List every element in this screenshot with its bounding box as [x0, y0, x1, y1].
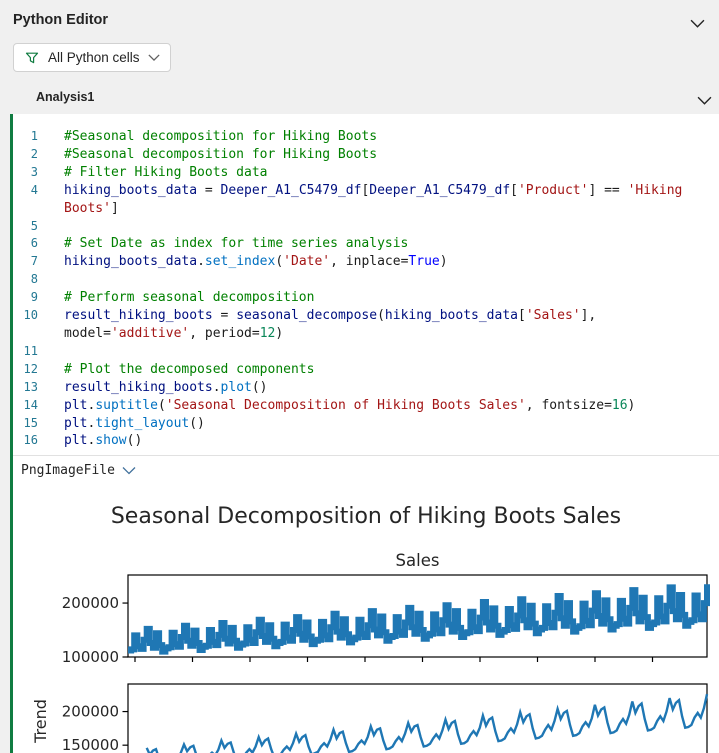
subplot-title: Sales — [396, 551, 440, 570]
code-line: 16 plt.show() — [13, 432, 719, 450]
figure-suptitle: Seasonal Decomposition of Hiking Boots S… — [111, 504, 621, 529]
code-line: 13 result_hiking_boots.plot() — [13, 379, 719, 397]
code-line: 15 plt.tight_layout() — [13, 415, 719, 433]
page-title: Python Editor — [13, 12, 108, 28]
code-line: 5 — [13, 218, 719, 236]
python-cell: 1 #Seasonal decomposition for Hiking Boot… — [10, 114, 719, 753]
output-chevron-down-icon — [122, 466, 136, 475]
line-number: 15 — [13, 415, 38, 433]
line-number: 10 — [13, 307, 38, 343]
output-type-dropdown[interactable]: PngImageFile — [21, 460, 136, 480]
filter-button-label: All Python cells — [48, 50, 140, 65]
code-text: # Perform seasonal decomposition — [64, 289, 719, 307]
line-number: 11 — [13, 343, 38, 361]
code-text: # Plot the decomposed components — [64, 361, 719, 379]
line-number: 5 — [13, 218, 38, 236]
code-line: 14 plt.suptitle('Seasonal Decomposition o… — [13, 397, 719, 415]
code-text: plt.suptitle('Seasonal Decomposition of … — [64, 397, 719, 415]
code-text: result_hiking_boots.plot() — [64, 379, 719, 397]
line-number: 6 — [13, 235, 38, 253]
code-text: #Seasonal decomposition for Hiking Boots — [64, 128, 719, 146]
line-number: 12 — [13, 361, 38, 379]
line-number: 3 — [13, 164, 38, 182]
y-axis-label: Trend — [31, 699, 50, 744]
output-figure: Seasonal Decomposition of Hiking Boots S… — [13, 480, 719, 753]
code-line: 3 # Filter Hiking Boots data — [13, 164, 719, 182]
line-number: 1 — [13, 128, 38, 146]
code-text — [64, 343, 719, 361]
cell-collapse-chevron-icon[interactable] — [697, 92, 712, 110]
line-number: 9 — [13, 289, 38, 307]
filter-funnel-icon — [24, 50, 40, 66]
line-number: 16 — [13, 432, 38, 450]
line-number: 8 — [13, 271, 38, 289]
line-number: 7 — [13, 253, 38, 271]
code-output-divider — [13, 455, 719, 456]
code-text: # Filter Hiking Boots data — [64, 164, 719, 182]
code-text: #Seasonal decomposition for Hiking Boots — [64, 146, 719, 164]
code-text: plt.show() — [64, 432, 719, 450]
code-text: # Set Date as index for time series anal… — [64, 235, 719, 253]
code-text: hiking_boots_data.set_index('Date', inpl… — [64, 253, 719, 271]
decomposition-chart: Seasonal Decomposition of Hiking Boots S… — [13, 480, 719, 753]
line-number: 13 — [13, 379, 38, 397]
code-text: plt.tight_layout() — [64, 415, 719, 433]
output-type-label: PngImageFile — [21, 463, 115, 478]
code-text — [64, 218, 719, 236]
code-text: hiking_boots_data = Deeper_A1_C5479_df[D… — [64, 182, 719, 218]
observed-series-line — [128, 584, 707, 651]
panel-collapse-chevron-icon[interactable] — [690, 15, 705, 33]
code-line: 11 — [13, 343, 719, 361]
line-number: 2 — [13, 146, 38, 164]
y-tick-label: 150000 — [62, 736, 119, 753]
code-text — [64, 271, 719, 289]
axes-frame — [128, 684, 707, 753]
code-line: 10 result_hiking_boots = seasonal_decompo… — [13, 307, 719, 343]
line-number: 4 — [13, 182, 38, 218]
trend-series-line — [147, 694, 707, 753]
python-editor-pane: { "panel": { "title": "Python Editor" },… — [0, 0, 719, 753]
code-line: 2 #Seasonal decomposition for Hiking Boot… — [13, 146, 719, 164]
code-text: result_hiking_boots = seasonal_decompose… — [64, 307, 719, 343]
code-line: 7 hiking_boots_data.set_index('Date', inp… — [13, 253, 719, 271]
filter-chevron-down-icon — [148, 54, 160, 61]
python-cells-filter-button[interactable]: All Python cells — [13, 43, 171, 72]
code-editor[interactable]: 1 #Seasonal decomposition for Hiking Boot… — [13, 128, 719, 450]
y-tick-label: 100000 — [62, 648, 119, 666]
code-line: 9 # Perform seasonal decomposition — [13, 289, 719, 307]
code-line: 4 hiking_boots_data = Deeper_A1_C5479_df[… — [13, 182, 719, 218]
y-tick-label: 200000 — [62, 703, 119, 721]
code-line: 12 # Plot the decomposed components — [13, 361, 719, 379]
code-line: 8 — [13, 271, 719, 289]
line-number: 14 — [13, 397, 38, 415]
y-tick-label: 200000 — [62, 594, 119, 612]
code-line: 6 # Set Date as index for time series ana… — [13, 235, 719, 253]
code-line: 1 #Seasonal decomposition for Hiking Boot… — [13, 128, 719, 146]
cell-name: Analysis1 — [36, 90, 94, 104]
cell-header[interactable]: Analysis1 — [0, 86, 719, 110]
